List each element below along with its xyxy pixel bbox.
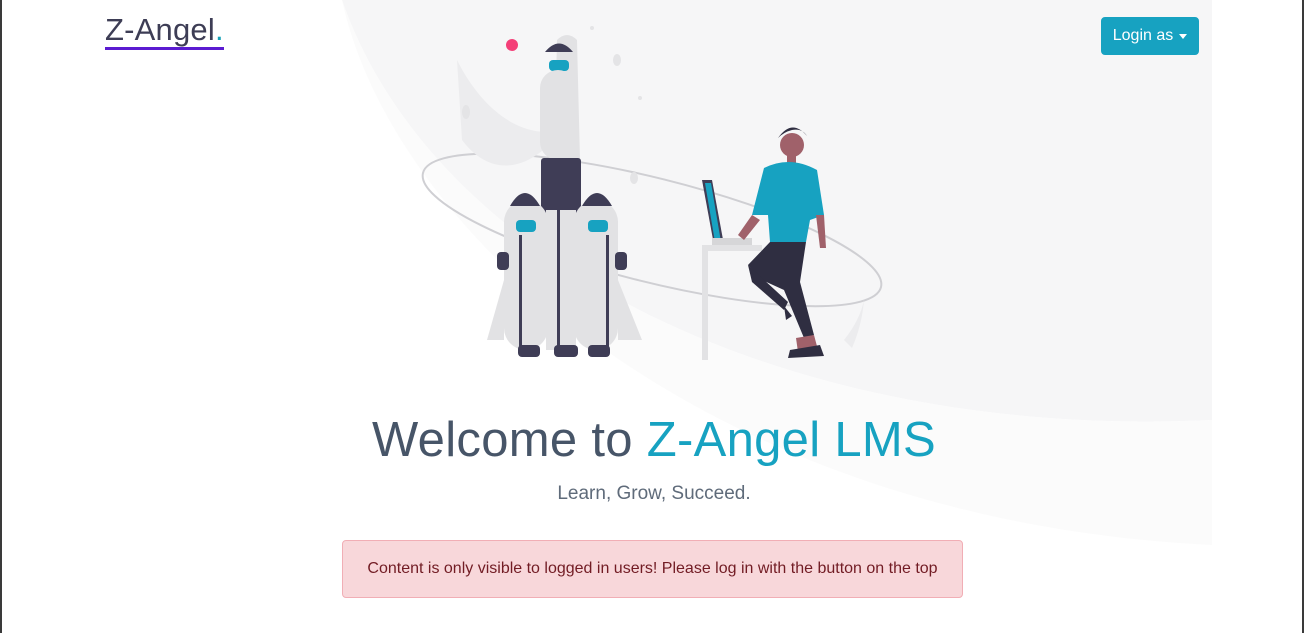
- tagline: Learn, Grow, Succeed.: [557, 483, 751, 504]
- alert-message: Content is only visible to logged in use…: [367, 560, 938, 577]
- rocket-launch-illustration: [421, 26, 883, 360]
- headline-prefix: Welcome to: [372, 413, 647, 467]
- welcome-headline: Welcome to Z-Angel LMS: [2, 410, 1304, 470]
- login-as-label: Login as: [1112, 27, 1174, 44]
- caret-down-icon: [1179, 34, 1188, 39]
- page-frame: Z-Angel. Login as Welcome to Z-Angel LMS…: [0, 0, 1304, 633]
- brand-text: Z-Angel: [105, 12, 215, 47]
- brand-dot: .: [214, 12, 224, 47]
- brand-logo-link[interactable]: Z-Angel.: [105, 13, 224, 50]
- headline-accent: Z-Angel LMS: [646, 413, 936, 467]
- login-required-alert: Content is only visible to logged in use…: [342, 540, 963, 598]
- login-as-dropdown-button[interactable]: Login as: [1101, 17, 1199, 55]
